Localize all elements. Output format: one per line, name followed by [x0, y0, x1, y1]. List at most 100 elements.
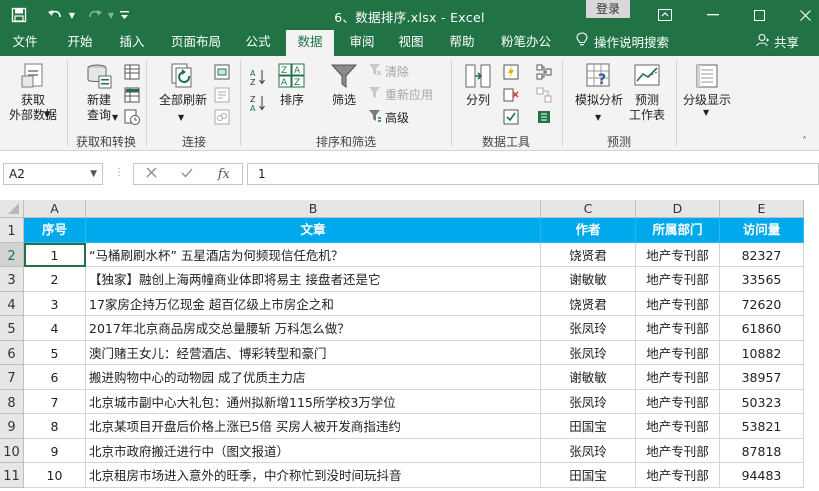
cell-seq[interactable]: 1: [24, 242, 86, 267]
cancel-entry-icon[interactable]: [146, 167, 157, 181]
select-all-corner[interactable]: [0, 200, 24, 218]
share-button[interactable]: 共享: [756, 30, 799, 56]
cell-author[interactable]: 田国宝: [541, 463, 636, 488]
cell-visits[interactable]: 50323: [720, 389, 804, 414]
row-header[interactable]: 1: [0, 218, 24, 243]
name-box[interactable]: A2 ▼: [3, 163, 103, 185]
filter-button[interactable]: 筛选: [324, 62, 364, 108]
row-header[interactable]: 6: [0, 340, 24, 365]
collapse-ribbon-icon[interactable]: ˄: [802, 136, 807, 147]
tab-view[interactable]: 视图: [389, 30, 433, 56]
tab-help[interactable]: 帮助: [440, 30, 484, 56]
formula-bar-resize-icon[interactable]: ⋮: [114, 167, 124, 178]
cell-author[interactable]: 谢敏敏: [541, 365, 636, 390]
data-model-icon[interactable]: [536, 109, 552, 125]
refresh-all-button[interactable]: 全部刷新: [152, 62, 214, 108]
tab-fenbi[interactable]: 粉笔办公: [494, 30, 558, 56]
cell-article[interactable]: 2017年北京商品房成交总量腰斩 万科怎么做？: [86, 316, 541, 341]
minimize-icon[interactable]: [699, 0, 727, 30]
reapply-button[interactable]: 重新应用: [368, 86, 433, 103]
cell-article[interactable]: 17家房企持万亿现金 超百亿级上市房企之和: [86, 291, 541, 316]
clear-filter-button[interactable]: 清除: [368, 63, 409, 80]
cell-author[interactable]: 田国宝: [541, 414, 636, 439]
formula-input[interactable]: 1: [247, 163, 819, 185]
cell-article[interactable]: 北京市政府搬迁进行中（图文报道）: [86, 438, 541, 463]
cell-author[interactable]: 张凤玲: [541, 316, 636, 341]
from-table-icon[interactable]: [124, 87, 140, 103]
cell-seq[interactable]: 8: [24, 414, 86, 439]
header-department[interactable]: 所属部门: [636, 218, 720, 243]
cell-article[interactable]: 搬进购物中心的动物园 成了优质主力店: [86, 365, 541, 390]
cell-visits[interactable]: 72620: [720, 291, 804, 316]
cell-department[interactable]: 地产专刊部: [636, 463, 720, 488]
ribbon-display-icon[interactable]: [651, 0, 679, 30]
sort-button[interactable]: ZAAZ 排序: [272, 62, 312, 108]
header-author[interactable]: 作者: [541, 218, 636, 243]
connections-icon[interactable]: [214, 64, 230, 80]
cell-seq[interactable]: 4: [24, 316, 86, 341]
advanced-filter-button[interactable]: 高级: [368, 109, 409, 126]
cell-department[interactable]: 地产专刊部: [636, 389, 720, 414]
cell-author[interactable]: 饶贤君: [541, 242, 636, 267]
row-header[interactable]: 7: [0, 365, 24, 390]
cell-visits[interactable]: 87818: [720, 438, 804, 463]
tab-file[interactable]: 文件: [4, 30, 46, 56]
text-to-columns-button[interactable]: 分列: [458, 62, 498, 108]
outline-button[interactable]: 分级显示: [676, 62, 738, 108]
cell-visits[interactable]: 10882: [720, 340, 804, 365]
cell-author[interactable]: 张凤玲: [541, 389, 636, 414]
forecast-sheet-button[interactable]: 预测 工作表: [624, 62, 670, 123]
tab-formulas[interactable]: 公式: [236, 30, 280, 56]
flash-fill-icon[interactable]: [503, 64, 519, 80]
tab-review[interactable]: 审阅: [340, 30, 384, 56]
tab-page-layout[interactable]: 页面布局: [164, 30, 228, 56]
row-header[interactable]: 8: [0, 389, 24, 414]
name-box-dropdown-icon[interactable]: ▼: [90, 164, 97, 184]
cell-article[interactable]: 澳门赌王女儿：经营酒店、博彩转型和豪门: [86, 340, 541, 365]
cell-seq[interactable]: 7: [24, 389, 86, 414]
row-header[interactable]: 11: [0, 463, 24, 488]
row-header[interactable]: 2: [0, 242, 24, 267]
col-header-d[interactable]: D: [636, 200, 720, 218]
cell-seq[interactable]: 10: [24, 463, 86, 488]
cell-department[interactable]: 地产专刊部: [636, 316, 720, 341]
cell-seq[interactable]: 5: [24, 340, 86, 365]
tab-data[interactable]: 数据: [286, 30, 334, 57]
cell-visits[interactable]: 38957: [720, 365, 804, 390]
col-header-b[interactable]: B: [86, 200, 541, 218]
row-header[interactable]: 9: [0, 414, 24, 439]
cell-visits[interactable]: 53821: [720, 414, 804, 439]
tab-insert[interactable]: 插入: [110, 30, 154, 56]
remove-duplicates-icon[interactable]: [503, 87, 519, 103]
confirm-entry-icon[interactable]: [181, 167, 193, 181]
cell-seq[interactable]: 3: [24, 291, 86, 316]
cell-article[interactable]: 北京租房市场进入意外的旺季，中介称忙到没时间玩抖音: [86, 463, 541, 488]
cell-visits[interactable]: 61860: [720, 316, 804, 341]
sort-ascending-icon[interactable]: AZ: [250, 68, 266, 87]
cell-visits[interactable]: 33565: [720, 267, 804, 292]
cell-seq[interactable]: 6: [24, 365, 86, 390]
sort-descending-icon[interactable]: ZA: [250, 94, 266, 113]
cell-author[interactable]: 张凤玲: [541, 340, 636, 365]
header-visits[interactable]: 访问量: [720, 218, 804, 243]
cell-department[interactable]: 地产专刊部: [636, 242, 720, 267]
cell-article[interactable]: “马桶刷刷水杯” 五星酒店为何频现信任危机？: [86, 242, 541, 267]
header-article[interactable]: 文章: [86, 218, 541, 243]
recent-sources-icon[interactable]: [124, 109, 140, 125]
cell-department[interactable]: 地产专刊部: [636, 267, 720, 292]
row-header[interactable]: 3: [0, 267, 24, 292]
cell-visits[interactable]: 82327: [720, 242, 804, 267]
insert-function-button[interactable]: fx: [218, 167, 230, 182]
data-validation-icon[interactable]: [503, 109, 519, 125]
row-header[interactable]: 4: [0, 291, 24, 316]
cell-seq[interactable]: 2: [24, 267, 86, 292]
cell-department[interactable]: 地产专刊部: [636, 438, 720, 463]
header-seq[interactable]: 序号: [24, 218, 86, 243]
cell-article[interactable]: 北京城市副中心大礼包：通州拟新增115所学校3万学位: [86, 389, 541, 414]
relationships-icon[interactable]: [536, 87, 552, 103]
tab-home[interactable]: 开始: [58, 30, 102, 56]
row-header[interactable]: 5: [0, 316, 24, 341]
cell-author[interactable]: 谢敏敏: [541, 267, 636, 292]
cell-seq[interactable]: 9: [24, 438, 86, 463]
tell-me-search[interactable]: 操作说明搜索: [576, 30, 669, 56]
